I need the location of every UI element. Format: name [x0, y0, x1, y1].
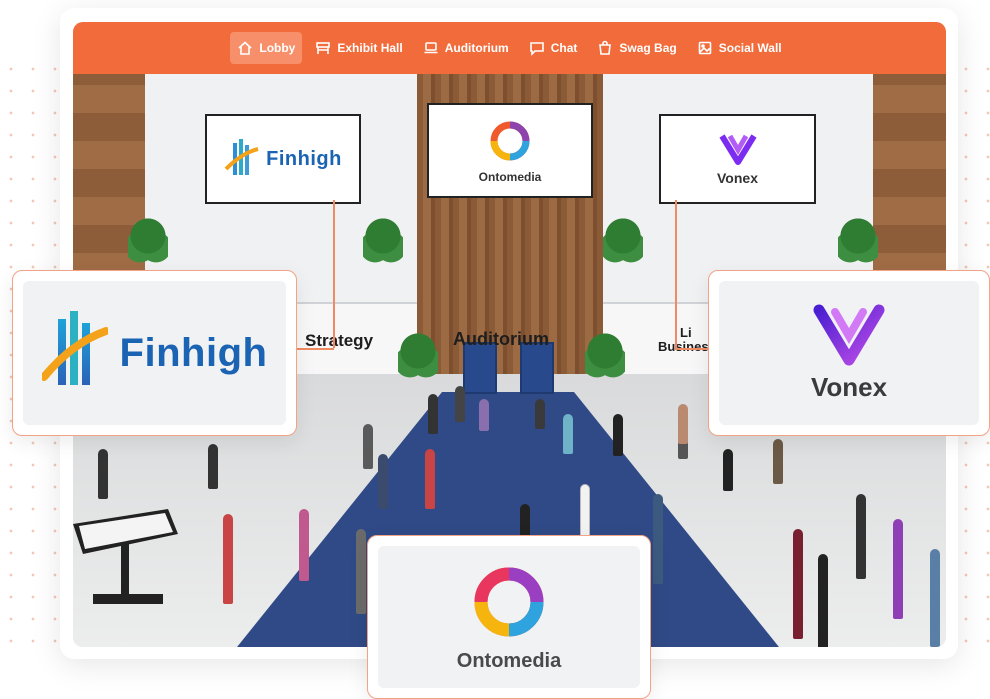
attendee	[299, 509, 309, 581]
virtual-event-showcase: Lobby Exhibit Hall Auditorium Chat Swag …	[0, 0, 990, 699]
plant	[585, 329, 625, 384]
finhigh-sponsor-name: Finhigh	[119, 330, 268, 375]
laptop-icon	[424, 42, 438, 54]
attendee	[208, 444, 218, 489]
nav-auditorium-label: Auditorium	[444, 41, 509, 55]
vonex-screen-label: Vonex	[717, 170, 758, 186]
business-hall-sign-line1: Li	[680, 325, 692, 340]
nav-swag-bag-label: Swag Bag	[619, 41, 677, 55]
plant	[603, 214, 643, 269]
attendee	[818, 554, 828, 647]
attendee	[930, 549, 940, 647]
nav-auditorium[interactable]: Auditorium	[416, 32, 516, 64]
nav-lobby[interactable]: Lobby	[230, 32, 303, 64]
attendee	[856, 494, 866, 579]
ontomedia-screen-label: Ontomedia	[478, 169, 542, 184]
attendee	[793, 529, 803, 639]
nav-swag-bag[interactable]: Swag Bag	[590, 32, 683, 64]
vonex-sponsor-card-inner: Vonex	[719, 281, 979, 425]
attendee	[223, 514, 233, 604]
connector-line-vonex-h	[675, 348, 708, 350]
top-navigation: Lobby Exhibit Hall Auditorium Chat Swag …	[73, 22, 946, 74]
nav-chat-label: Chat	[550, 41, 578, 55]
finhigh-logo-icon	[41, 311, 108, 385]
attendee	[428, 394, 438, 434]
attendee	[723, 449, 733, 491]
ontomedia-sponsor-card[interactable]: Ontomedia	[367, 535, 651, 699]
ontomedia-logo-icon	[490, 121, 530, 160]
business-hall-sign-line2: Busines	[658, 339, 709, 354]
attendee	[613, 414, 623, 456]
chat-bubble-icon	[529, 42, 544, 56]
attendee	[425, 449, 435, 509]
plant	[363, 214, 403, 269]
booth-icon	[316, 42, 331, 54]
finhigh-sponsor-card[interactable]: Finhigh	[12, 270, 297, 436]
vonex-sponsor-name: Vonex	[810, 371, 888, 402]
attendee	[893, 519, 903, 619]
ontomedia-logo-icon	[474, 567, 544, 636]
ontomedia-screen[interactable]: Ontomedia	[427, 103, 593, 198]
nav-chat[interactable]: Chat	[522, 32, 585, 64]
attendee	[678, 404, 688, 444]
attendee	[535, 399, 545, 429]
attendee	[356, 529, 366, 614]
business-hall-sign: Li Busines	[658, 326, 709, 354]
vonex-screen[interactable]: Vonex	[659, 114, 816, 204]
auditorium-sign: Auditorium	[453, 329, 549, 349]
vonex-logo-icon	[718, 134, 757, 165]
info-kiosk[interactable]	[73, 494, 183, 614]
bag-icon	[599, 40, 612, 55]
attendee	[98, 449, 108, 499]
finhigh-screen-label: Finhigh	[266, 147, 342, 170]
connector-line-finhigh	[333, 200, 335, 348]
attendee	[363, 424, 373, 469]
vonex-logo-icon	[813, 304, 885, 365]
ontomedia-sponsor-card-inner: Ontomedia	[378, 546, 640, 688]
nav-social-wall-label: Social Wall	[718, 41, 782, 55]
nav-exhibit-hall[interactable]: Exhibit Hall	[308, 32, 409, 64]
vonex-sponsor-card[interactable]: Vonex	[708, 270, 990, 436]
nav-exhibit-hall-label: Exhibit Hall	[337, 41, 403, 55]
ontomedia-sponsor-name: Ontomedia	[456, 649, 562, 672]
image-icon	[698, 41, 712, 55]
attendee	[455, 386, 465, 422]
attendee	[378, 454, 388, 509]
finhigh-logo-icon	[224, 139, 259, 175]
connector-line-finhigh-h	[297, 348, 334, 350]
finhigh-sponsor-card-inner: Finhigh	[23, 281, 286, 425]
plant	[128, 214, 168, 269]
attendee	[773, 439, 783, 484]
nav-social-wall[interactable]: Social Wall	[690, 32, 789, 64]
attendee	[563, 414, 573, 454]
plant	[398, 329, 438, 384]
finhigh-screen[interactable]: Finhigh	[205, 114, 361, 204]
home-icon	[238, 41, 252, 55]
nav-lobby-label: Lobby	[259, 41, 296, 55]
plant	[838, 214, 878, 269]
connector-line-vonex	[675, 200, 677, 348]
attendee	[479, 399, 489, 431]
attendee	[653, 494, 663, 584]
